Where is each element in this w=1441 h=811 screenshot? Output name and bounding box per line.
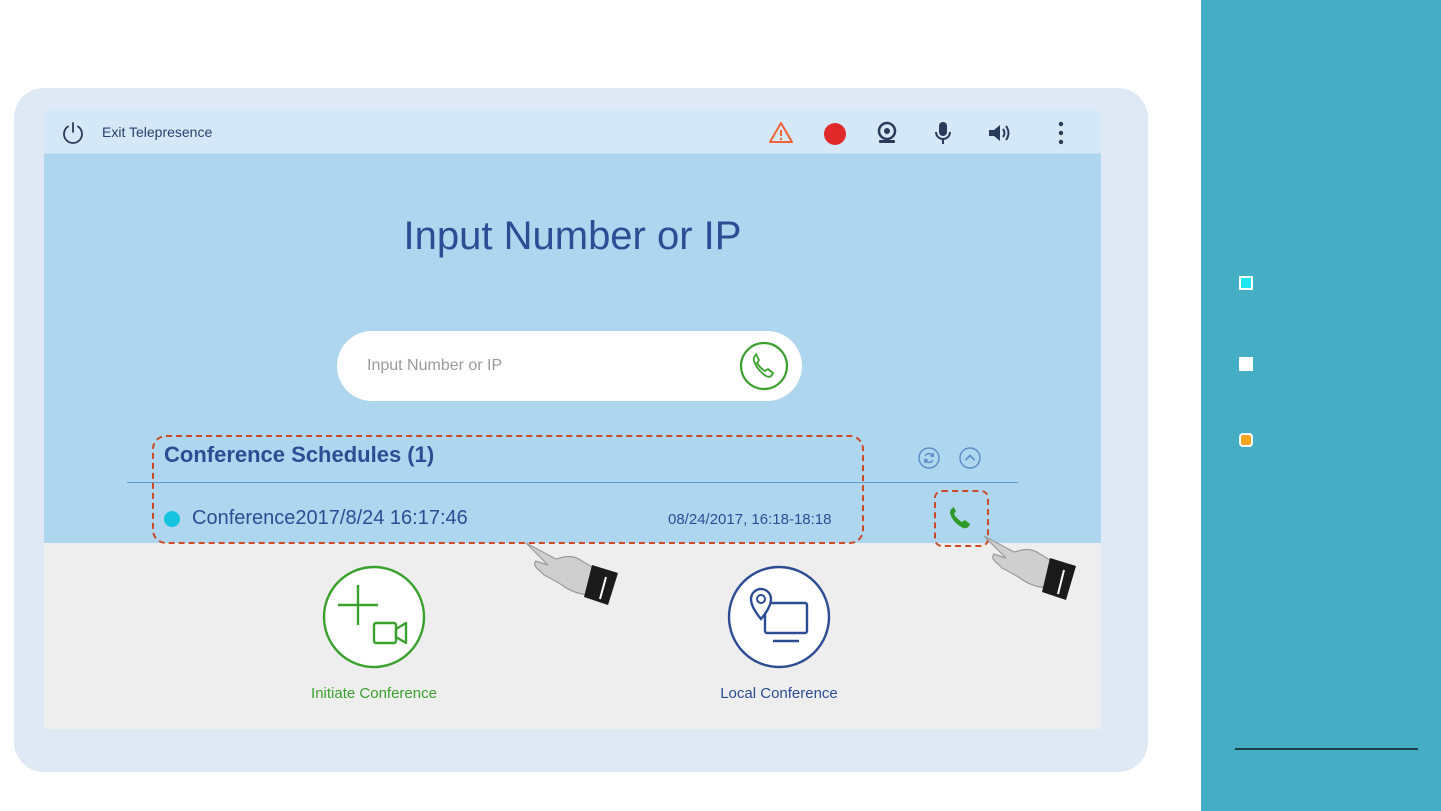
record-icon[interactable] xyxy=(822,120,848,146)
local-conference-label: Local Conference xyxy=(720,685,838,702)
pointing-hand-icon xyxy=(983,535,1076,600)
number-input-box xyxy=(337,331,802,401)
bullet-white-icon xyxy=(1239,357,1253,371)
page-title: Input Number or IP xyxy=(403,214,742,258)
side-divider xyxy=(1235,748,1418,750)
slide: Exit Telepresence Input Number or IP Inp… xyxy=(0,0,1441,811)
initiate-conference-button[interactable] xyxy=(322,565,426,669)
side-panel xyxy=(1201,0,1441,811)
warning-icon[interactable] xyxy=(768,120,794,146)
camera-icon[interactable] xyxy=(874,120,900,146)
dial-call-button[interactable] xyxy=(739,341,789,391)
power-icon[interactable] xyxy=(60,120,86,146)
bullet-orange-icon xyxy=(1239,433,1253,447)
bullet-cyan-icon xyxy=(1239,276,1253,290)
number-ip-input[interactable] xyxy=(367,353,707,379)
local-conference-button[interactable] xyxy=(727,565,831,669)
speaker-icon[interactable] xyxy=(986,120,1012,146)
top-bar: Exit Telepresence xyxy=(44,110,1101,154)
more-icon[interactable] xyxy=(1048,120,1074,146)
refresh-icon[interactable] xyxy=(918,447,940,469)
chevron-up-icon[interactable] xyxy=(959,447,981,469)
exit-telepresence-button[interactable]: Exit Telepresence xyxy=(102,124,212,140)
initiate-conference-label: Initiate Conference xyxy=(311,685,437,702)
pointing-hand-icon xyxy=(525,542,618,605)
microphone-icon[interactable] xyxy=(930,120,956,146)
highlight-schedule-box xyxy=(152,435,864,544)
telepresence-screen: Exit Telepresence Input Number or IP Inp… xyxy=(44,110,1101,729)
